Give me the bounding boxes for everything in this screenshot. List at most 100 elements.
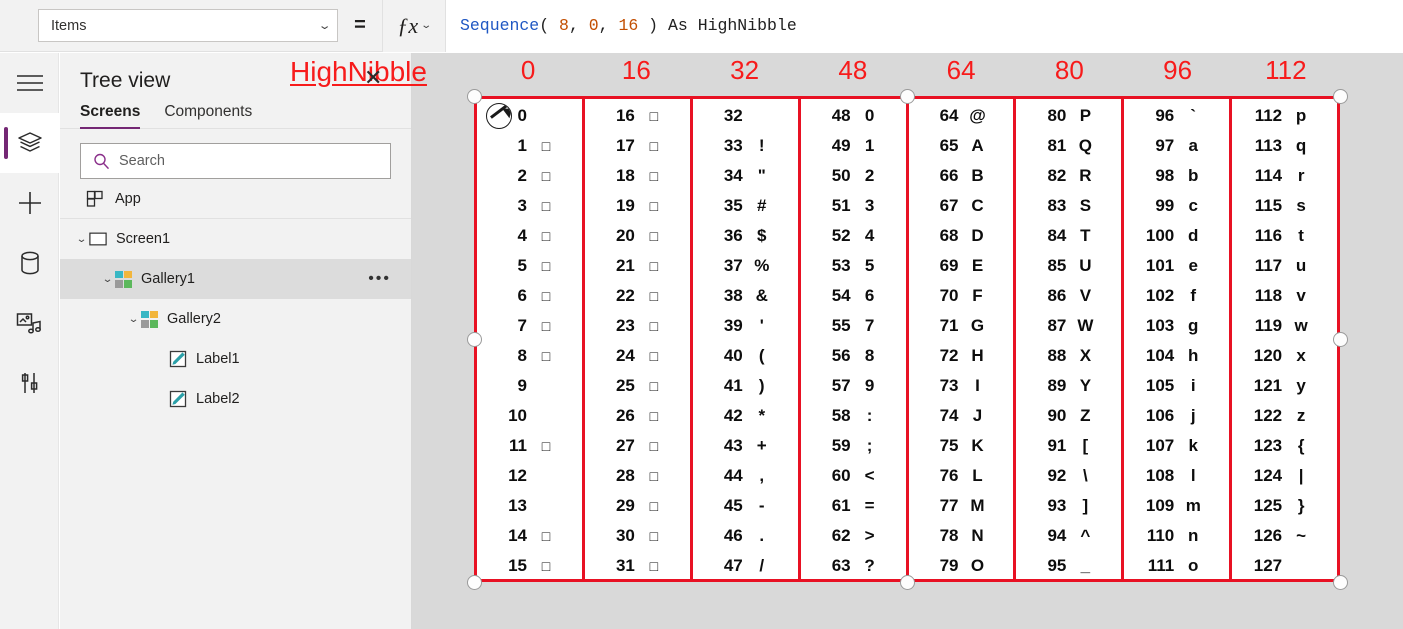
gallery-row[interactable]: 126 ~ <box>1232 521 1337 551</box>
gallery-row[interactable]: 77 M <box>909 491 1014 521</box>
gallery-row[interactable]: 98 b <box>1124 161 1229 191</box>
gallery-row[interactable]: 10 <box>477 401 582 431</box>
gallery-row[interactable]: 127 <box>1232 551 1337 581</box>
gallery-row[interactable]: 1 □ <box>477 131 582 161</box>
gallery-row[interactable]: 116 t <box>1232 221 1337 251</box>
gallery-row[interactable]: 44, <box>693 461 798 491</box>
gallery-row[interactable]: 111 o <box>1124 551 1229 581</box>
gallery-row[interactable]: 108 l <box>1124 461 1229 491</box>
media-icon[interactable] <box>0 293 59 353</box>
gallery-row[interactable]: 67 C <box>909 191 1014 221</box>
tree-node-screen1[interactable]: ⌄ Screen1 <box>60 219 411 259</box>
gallery-row[interactable]: 5 □ <box>477 251 582 281</box>
tree-node-gallery1[interactable]: ⌄ Gallery1 ••• <box>60 259 411 299</box>
gallery-row[interactable]: 107 k <box>1124 431 1229 461</box>
gallery-row[interactable]: 46. <box>693 521 798 551</box>
settings-tools-icon[interactable] <box>0 353 59 413</box>
gallery-row[interactable]: 36 $ <box>693 221 798 251</box>
gallery-row[interactable]: 39 ' <box>693 311 798 341</box>
gallery-row[interactable]: 73 I <box>909 371 1014 401</box>
gallery-row[interactable]: 11 □ <box>477 431 582 461</box>
tree-node-more-button[interactable]: ••• <box>368 270 391 288</box>
gallery-row[interactable]: 53 5 <box>801 251 906 281</box>
gallery-row[interactable]: 58: <box>801 401 906 431</box>
gallery-row[interactable]: 122 z <box>1232 401 1337 431</box>
gallery-row[interactable]: 91 [ <box>1016 431 1121 461</box>
gallery-row[interactable]: 88 X <box>1016 341 1121 371</box>
fx-button[interactable]: ƒx ⌄ <box>382 0 446 52</box>
gallery-row[interactable]: 20 □ <box>585 221 690 251</box>
gallery-row[interactable]: 85 U <box>1016 251 1121 281</box>
resize-handle-top-right[interactable] <box>1333 89 1348 104</box>
gallery-row[interactable]: 96 ` <box>1124 101 1229 131</box>
gallery-row[interactable]: 33! <box>693 131 798 161</box>
gallery-row[interactable]: 38 & <box>693 281 798 311</box>
tree-node-label1[interactable]: Label1 <box>60 339 411 379</box>
gallery-row[interactable]: 13 <box>477 491 582 521</box>
gallery-row[interactable]: 35 # <box>693 191 798 221</box>
gallery-row[interactable]: 106 j <box>1124 401 1229 431</box>
gallery-row[interactable]: 25 □ <box>585 371 690 401</box>
gallery-row[interactable]: 18 □ <box>585 161 690 191</box>
resize-handle-middle-left[interactable] <box>467 332 482 347</box>
tree-node-app[interactable]: App <box>60 179 411 219</box>
gallery-row[interactable]: 61 = <box>801 491 906 521</box>
gallery-row[interactable]: 79 O <box>909 551 1014 581</box>
gallery-row[interactable]: 92 \ <box>1016 461 1121 491</box>
gallery-row[interactable]: 22 □ <box>585 281 690 311</box>
gallery-row[interactable]: 51 3 <box>801 191 906 221</box>
gallery-row[interactable]: 23 □ <box>585 311 690 341</box>
gallery-row[interactable]: 101 e <box>1124 251 1229 281</box>
gallery2-column-80[interactable]: 80 P 81 Q 82 R 83 S 84 T 85 U 86 V 87 W 88 X 89 Y 90 Z 91[92 \ 9… <box>1016 99 1125 579</box>
property-dropdown[interactable]: Items ⌄ <box>38 9 338 42</box>
gallery-row[interactable]: 2 □ <box>477 161 582 191</box>
gallery-row[interactable]: 112 p <box>1232 101 1337 131</box>
gallery-row[interactable]: 94 ^ <box>1016 521 1121 551</box>
gallery-row[interactable]: 63? <box>801 551 906 581</box>
gallery-row[interactable]: 57 9 <box>801 371 906 401</box>
gallery-row[interactable]: 100 d <box>1124 221 1229 251</box>
gallery2-column-32[interactable]: 32 33! 34 " 35 #36 $37% 38 & 39 ' 40(41) 42 * 43 +44, 45… <box>693 99 801 579</box>
gallery-row[interactable]: 76 L <box>909 461 1014 491</box>
gallery-row[interactable]: 121 y <box>1232 371 1337 401</box>
gallery-row[interactable]: 56 8 <box>801 341 906 371</box>
gallery-row[interactable]: 70 F <box>909 281 1014 311</box>
gallery-row[interactable]: 66 B <box>909 161 1014 191</box>
gallery-row[interactable]: 87 W <box>1016 311 1121 341</box>
gallery-row[interactable]: 12 <box>477 461 582 491</box>
gallery-row[interactable]: 9 <box>477 371 582 401</box>
gallery-row[interactable]: 75 K <box>909 431 1014 461</box>
gallery-row[interactable]: 78 N <box>909 521 1014 551</box>
gallery-row[interactable]: 14 □ <box>477 521 582 551</box>
gallery-row[interactable]: 24 □ <box>585 341 690 371</box>
gallery-row[interactable]: 89 Y <box>1016 371 1121 401</box>
gallery-row[interactable]: 110 n <box>1124 521 1229 551</box>
gallery-row[interactable]: 62 > <box>801 521 906 551</box>
gallery-row[interactable]: 6 □ <box>477 281 582 311</box>
gallery-row[interactable]: 42 * <box>693 401 798 431</box>
gallery-row[interactable]: 71 G <box>909 311 1014 341</box>
chevron-down-icon[interactable]: ⌄ <box>97 274 117 285</box>
resize-handle-top-center[interactable] <box>900 89 915 104</box>
insert-plus-icon[interactable] <box>0 173 59 233</box>
tree-view-layers-icon[interactable] <box>0 113 59 173</box>
gallery-row[interactable]: 17 □ <box>585 131 690 161</box>
gallery-row[interactable]: 99 c <box>1124 191 1229 221</box>
resize-handle-middle-right[interactable] <box>1333 332 1348 347</box>
gallery2-column-96[interactable]: 96 ` 97 a 98 b 99 c 100 d 101 e 102 f 103 g 104 h 105 i 106 j… <box>1124 99 1233 581</box>
formula-input[interactable]: Sequence( 8, 0, 16 ) As HighNibble <box>446 0 1403 52</box>
gallery-row[interactable]: 50 2 <box>801 161 906 191</box>
gallery-row[interactable]: 64 @ <box>909 101 1014 131</box>
data-cylinder-icon[interactable] <box>0 233 59 293</box>
chevron-down-icon[interactable]: ⌄ <box>123 314 143 325</box>
tab-screens[interactable]: Screens <box>80 103 141 129</box>
gallery-row[interactable]: 43 + <box>693 431 798 461</box>
resize-handle-bottom-center[interactable] <box>900 575 915 590</box>
gallery2-column-16[interactable]: 16 □ 17 □ 18 □ 19 □ 20 □ 21 □ 22 □ 23 □ 24 □ 25 □ 26 □ 27 □ 28 □ 2… <box>585 99 693 579</box>
gallery-row[interactable]: 19 □ <box>585 191 690 221</box>
gallery-row[interactable]: 115 s <box>1232 191 1337 221</box>
gallery-row[interactable]: 31 □ <box>585 551 690 581</box>
gallery-row[interactable]: 86 V <box>1016 281 1121 311</box>
gallery-row[interactable]: 26 □ <box>585 401 690 431</box>
gallery-row[interactable]: 74 J <box>909 401 1014 431</box>
